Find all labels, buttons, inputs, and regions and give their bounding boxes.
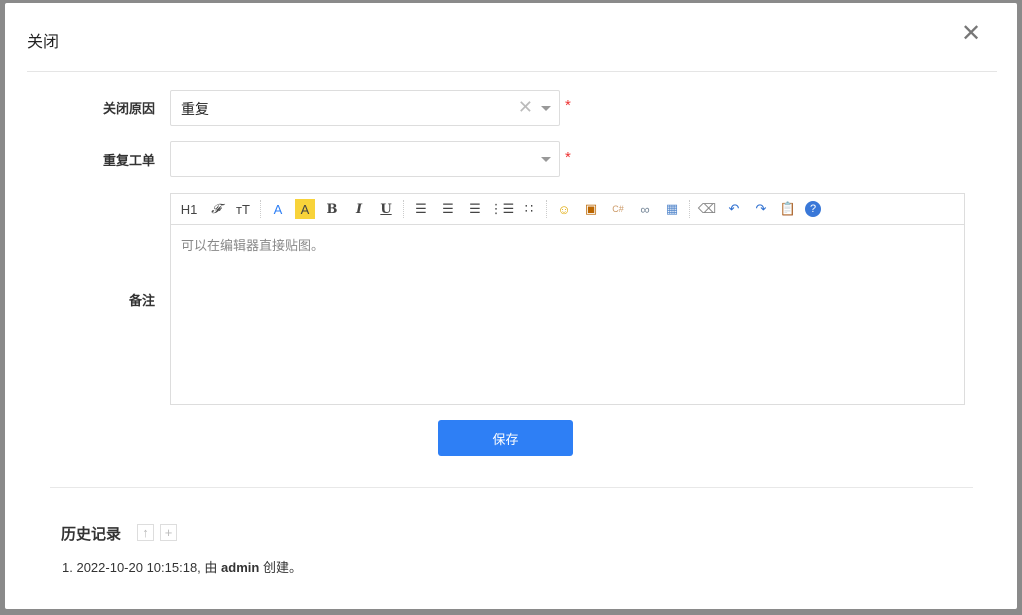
history-user: admin (221, 560, 260, 575)
ordered-list-icon[interactable]: ⋮☰ (490, 199, 515, 219)
remark-label: 备注 (128, 293, 155, 308)
code-icon[interactable]: C# (608, 199, 628, 219)
required-mark: * (565, 149, 571, 166)
image-icon[interactable]: ▣ (581, 199, 601, 219)
chevron-down-icon (541, 157, 551, 162)
history-item: 1. 2022-10-20 10:15:18, 由 admin 创建。 (62, 557, 302, 576)
link-icon[interactable]: ∞ (635, 199, 655, 219)
background-color-button[interactable]: A (295, 199, 315, 219)
close-reason-select[interactable]: 重复 ✕ (170, 90, 560, 126)
required-mark: * (565, 97, 571, 114)
table-icon[interactable]: ▦ (662, 199, 682, 219)
duplicate-label: 重复工单 (102, 153, 155, 168)
save-button[interactable]: 保存 (438, 420, 573, 456)
help-icon[interactable]: ? (805, 201, 821, 217)
history-title: 历史记录 (61, 526, 122, 543)
separator (260, 200, 261, 218)
dialog-title: 关闭 (27, 34, 60, 51)
align-right-icon[interactable]: ☰ (465, 199, 485, 219)
heading-button[interactable]: H1 (179, 199, 199, 219)
underline-button[interactable]: U (376, 199, 396, 219)
close-reason-value: 重复 (181, 101, 209, 117)
align-center-icon[interactable]: ☰ (438, 199, 458, 219)
editor-placeholder: 可以在编辑器直接贴图。 (181, 238, 325, 253)
bold-button[interactable]: B (322, 199, 342, 219)
divider (50, 487, 973, 488)
align-left-icon[interactable]: ☰ (411, 199, 431, 219)
font-family-button[interactable]: 𝓕 (206, 199, 226, 219)
unordered-list-icon[interactable]: ∷ (519, 199, 539, 219)
undo-icon[interactable]: ↶ (724, 199, 744, 219)
history-text: 2022-10-20 10:15:18, 由 (76, 560, 222, 575)
emoji-icon[interactable]: ☺ (554, 199, 574, 219)
font-color-button[interactable]: A (268, 199, 288, 219)
italic-button[interactable]: I (349, 199, 369, 219)
plus-icon[interactable]: + (160, 524, 177, 541)
history-action: 创建。 (259, 560, 302, 575)
eraser-icon[interactable]: ⌫ (697, 199, 717, 219)
close-dialog: 关闭 ✕ 关闭原因 重复 ✕ * 重复工单 * 备注 H1 𝓕 тT A A B… (5, 3, 1017, 609)
arrow-up-icon[interactable]: ↑ (137, 524, 154, 541)
editor-toolbar: H1 𝓕 тT A A B I U ☰ ☰ ☰ ⋮☰ ∷ ☺ ▣ C# ∞ ▦ … (171, 194, 964, 225)
separator (689, 200, 690, 218)
separator (546, 200, 547, 218)
redo-icon[interactable]: ↷ (751, 199, 771, 219)
close-icon[interactable]: ✕ (961, 19, 981, 48)
divider (27, 71, 997, 72)
separator (403, 200, 404, 218)
paste-icon[interactable]: 📋 (778, 199, 798, 219)
close-reason-label: 关闭原因 (102, 101, 155, 116)
font-size-button[interactable]: тT (233, 199, 253, 219)
history-index: 1. (62, 560, 73, 575)
duplicate-select[interactable] (170, 141, 560, 177)
clear-icon[interactable]: ✕ (518, 97, 533, 118)
chevron-down-icon (541, 106, 551, 111)
rich-text-editor[interactable]: H1 𝓕 тT A A B I U ☰ ☰ ☰ ⋮☰ ∷ ☺ ▣ C# ∞ ▦ … (170, 193, 965, 405)
